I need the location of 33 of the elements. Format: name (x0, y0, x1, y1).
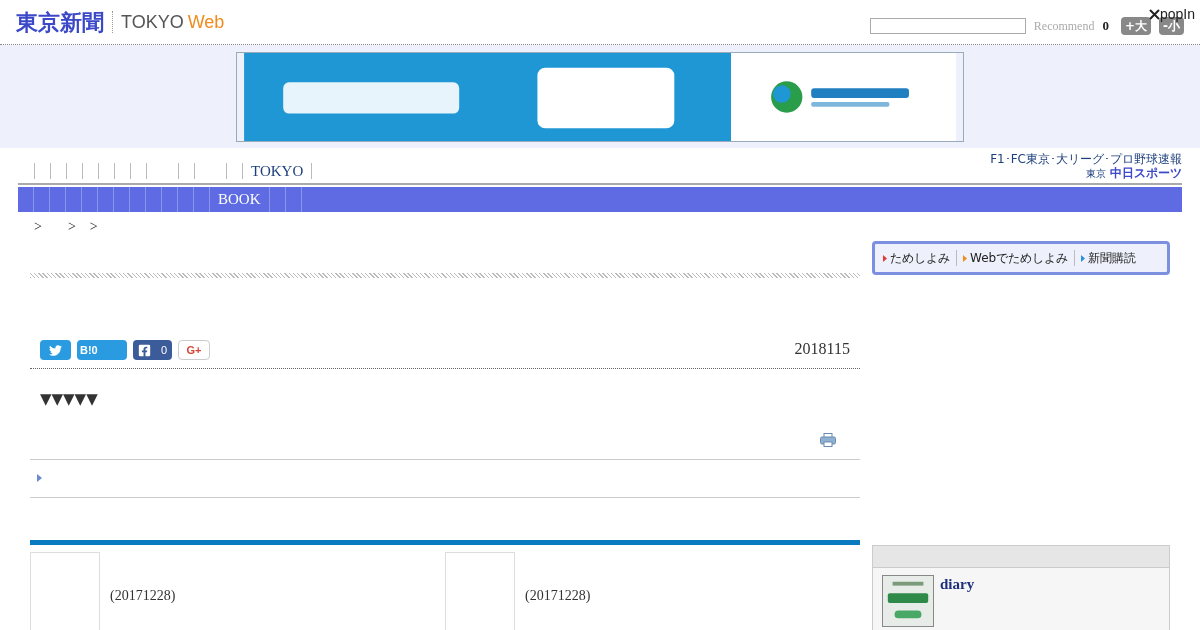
card-date: (20171228) (110, 586, 176, 605)
arrow-icon[interactable] (37, 474, 42, 482)
bird-icon (49, 343, 62, 357)
facebook-icon (138, 343, 151, 357)
thumbnail-frame[interactable] (445, 551, 515, 630)
site-logo[interactable]: 東京新聞 (16, 5, 104, 39)
count-label: 0 (1102, 17, 1109, 36)
category-tab[interactable]: BOOK (210, 187, 270, 212)
printer-icon[interactable] (820, 432, 836, 447)
article-text: ▼▼▼▼▼ (39, 389, 99, 410)
breadcrumb-separator: > (34, 217, 42, 236)
sports-brand[interactable]: 中日スポーツ (1110, 167, 1182, 179)
close-icon[interactable] (1148, 8, 1160, 20)
tab-link[interactable]: ためしよみ (890, 249, 950, 267)
thumbnail-frame[interactable] (30, 551, 100, 630)
facebook-button[interactable]: 0 (133, 340, 172, 360)
google-plus-button[interactable]: G+ (178, 340, 210, 360)
tab-link[interactable]: Webでためしよみ (970, 249, 1069, 267)
sidebar-link[interactable]: diary (940, 577, 975, 627)
twitter-button[interactable] (40, 340, 71, 360)
breadcrumb-separator: > (67, 217, 76, 236)
site-subtitle: TOKYO (121, 10, 184, 34)
sports-headline[interactable]: F1･FC東京･大リーグ･プロ野球速報 (990, 153, 1182, 165)
tab-link[interactable]: 新聞購読 (1088, 249, 1137, 267)
article-date: 2018115 (794, 339, 850, 359)
card-date: (20171228) (525, 586, 591, 605)
site-subtitle-accent: Web (187, 10, 225, 34)
font-size-button[interactable]: +大 (1120, 17, 1151, 35)
breadcrumb-separator: > (89, 217, 98, 236)
recommend-label: Recommend (1033, 18, 1095, 35)
search-field[interactable] (869, 18, 1026, 34)
sports-brand-prefix[interactable]: 東京 (1086, 169, 1106, 179)
nav-link[interactable]: TOKYO (243, 159, 312, 183)
